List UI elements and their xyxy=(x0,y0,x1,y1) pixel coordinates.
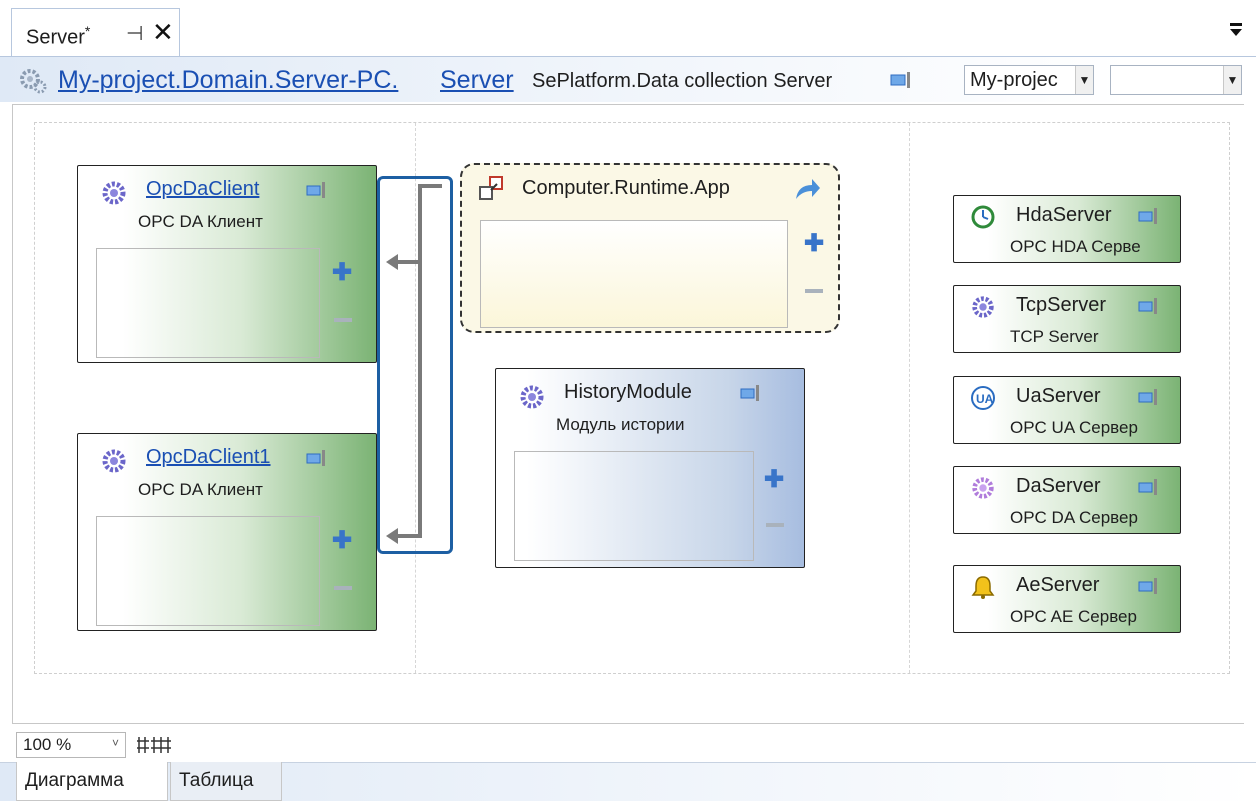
module-hdaserver[interactable]: HdaServer OPC HDA Серве xyxy=(953,195,1181,263)
app-link-icon xyxy=(479,176,503,200)
module-aeserver[interactable]: AeServer OPC AE Сервер xyxy=(953,565,1181,633)
bell-icon xyxy=(971,576,995,599)
grid-icon[interactable] xyxy=(136,733,172,757)
module-name-link[interactable]: OpcDaClient xyxy=(146,178,259,201)
tab-table-label: Таблица xyxy=(179,770,254,791)
interface-icon xyxy=(306,182,325,198)
module-subtitle: Модуль истории xyxy=(556,415,685,434)
chevron-down-icon[interactable]: ▼ xyxy=(1223,66,1241,94)
minus-icon[interactable] xyxy=(766,523,784,527)
module-subtitle: OPC UA Сервер xyxy=(1010,418,1138,437)
gear-icon xyxy=(520,385,544,409)
minus-icon[interactable] xyxy=(334,318,352,322)
minus-icon[interactable] xyxy=(334,586,352,590)
gear-icon xyxy=(102,449,126,473)
module-runtime-app[interactable]: Computer.Runtime.App ✚ xyxy=(460,163,840,333)
pin-icon[interactable]: ⊣ xyxy=(126,21,143,46)
svg-text:UA: UA xyxy=(976,392,994,406)
minus-icon[interactable] xyxy=(805,289,823,293)
module-name: Computer.Runtime.App xyxy=(522,177,730,199)
column-divider xyxy=(909,123,910,673)
gear-icon xyxy=(972,296,994,318)
interface-icon xyxy=(1138,298,1157,314)
document-tab-server[interactable]: Server* ⊣ ✕ xyxy=(11,8,180,58)
module-subtitle: OPC DA Сервер xyxy=(1010,508,1138,527)
document-tab-strip: Server* ⊣ ✕ xyxy=(0,0,1256,58)
module-name: DaServer xyxy=(1016,475,1101,497)
module-content-area xyxy=(514,451,754,561)
tab-overflow-icon[interactable] xyxy=(1228,20,1244,40)
module-content-area xyxy=(480,220,788,328)
interface-icon xyxy=(1138,208,1157,224)
object-type-label: SePlatform.Data collection Server xyxy=(532,70,833,92)
navigate-arrow-icon[interactable] xyxy=(792,175,822,203)
module-content-area xyxy=(96,516,320,626)
module-uaserver[interactable]: UA UaServer OPC UA Сервер xyxy=(953,376,1181,444)
tab-table[interactable]: Таблица xyxy=(170,762,282,801)
module-daserver[interactable]: DaServer OPC DA Сервер xyxy=(953,466,1181,534)
module-subtitle: OPC AE Сервер xyxy=(1010,607,1137,626)
module-name: UaServer xyxy=(1016,385,1101,407)
tab-diagram[interactable]: Диаграмма xyxy=(16,762,168,801)
plus-icon[interactable]: ✚ xyxy=(332,526,352,555)
interface-icon xyxy=(740,385,759,401)
module-opcdaclient[interactable]: OpcDaClient OPC DA Клиент ✚ xyxy=(77,165,377,363)
gear-icon xyxy=(102,181,126,205)
interface-icon xyxy=(306,450,325,466)
module-historymodule[interactable]: HistoryModule Модуль истории ✚ xyxy=(495,368,805,568)
interface-icon xyxy=(1138,389,1157,405)
module-name: TcpServer xyxy=(1016,294,1107,316)
module-opcdaclient1[interactable]: OpcDaClient1 OPC DA Клиент ✚ xyxy=(77,433,377,631)
document-tab-title: Server* xyxy=(26,23,91,49)
module-subtitle: OPC HDA Серве xyxy=(1010,237,1141,256)
module-content-area xyxy=(96,248,320,358)
module-tcpserver[interactable]: TcpServer TCP Server xyxy=(953,285,1181,353)
chevron-down-icon[interactable]: ▼ xyxy=(1075,66,1093,94)
module-name: HdaServer xyxy=(1016,204,1112,226)
module-subtitle: OPC DA Клиент xyxy=(138,212,263,231)
interface-icon xyxy=(1138,578,1157,594)
history-clock-icon xyxy=(971,205,995,229)
close-icon[interactable]: ✕ xyxy=(152,17,174,48)
zoom-select[interactable]: 100 % ˅ xyxy=(16,732,126,758)
chevron-down-icon[interactable]: ˅ xyxy=(112,736,119,750)
object-path-link[interactable]: My-project.Domain.Server-PC. xyxy=(58,66,398,95)
plus-icon[interactable]: ✚ xyxy=(332,258,352,287)
module-name-link[interactable]: OpcDaClient1 xyxy=(146,446,271,469)
zoom-value: 100 % xyxy=(23,735,72,754)
server-editor: { "doc_tab": { "title": "Server", "modif… xyxy=(0,0,1256,801)
server-link[interactable]: Server xyxy=(440,66,514,95)
plus-icon[interactable]: ✚ xyxy=(764,465,784,494)
module-subtitle: TCP Server xyxy=(1010,327,1099,346)
module-name: AeServer xyxy=(1016,574,1100,596)
interface-icon xyxy=(890,72,910,88)
opc-ua-icon: UA xyxy=(971,386,995,410)
module-subtitle: OPC DA Клиент xyxy=(138,480,263,499)
interface-icon xyxy=(1138,479,1157,495)
tab-diagram-label: Диаграмма xyxy=(25,770,124,791)
object-header: My-project.Domain.Server-PC. Server SePl… xyxy=(0,56,1256,102)
project-select[interactable]: My-projec ▼ xyxy=(964,65,1094,95)
project-select-value: My-projec xyxy=(970,69,1058,91)
module-name: HistoryModule xyxy=(564,381,692,403)
connection-arrows xyxy=(386,184,442,544)
plus-icon[interactable]: ✚ xyxy=(804,229,824,258)
gear-icon xyxy=(972,477,994,499)
gear-icon xyxy=(20,69,47,94)
secondary-select[interactable]: ▼ xyxy=(1110,65,1242,95)
